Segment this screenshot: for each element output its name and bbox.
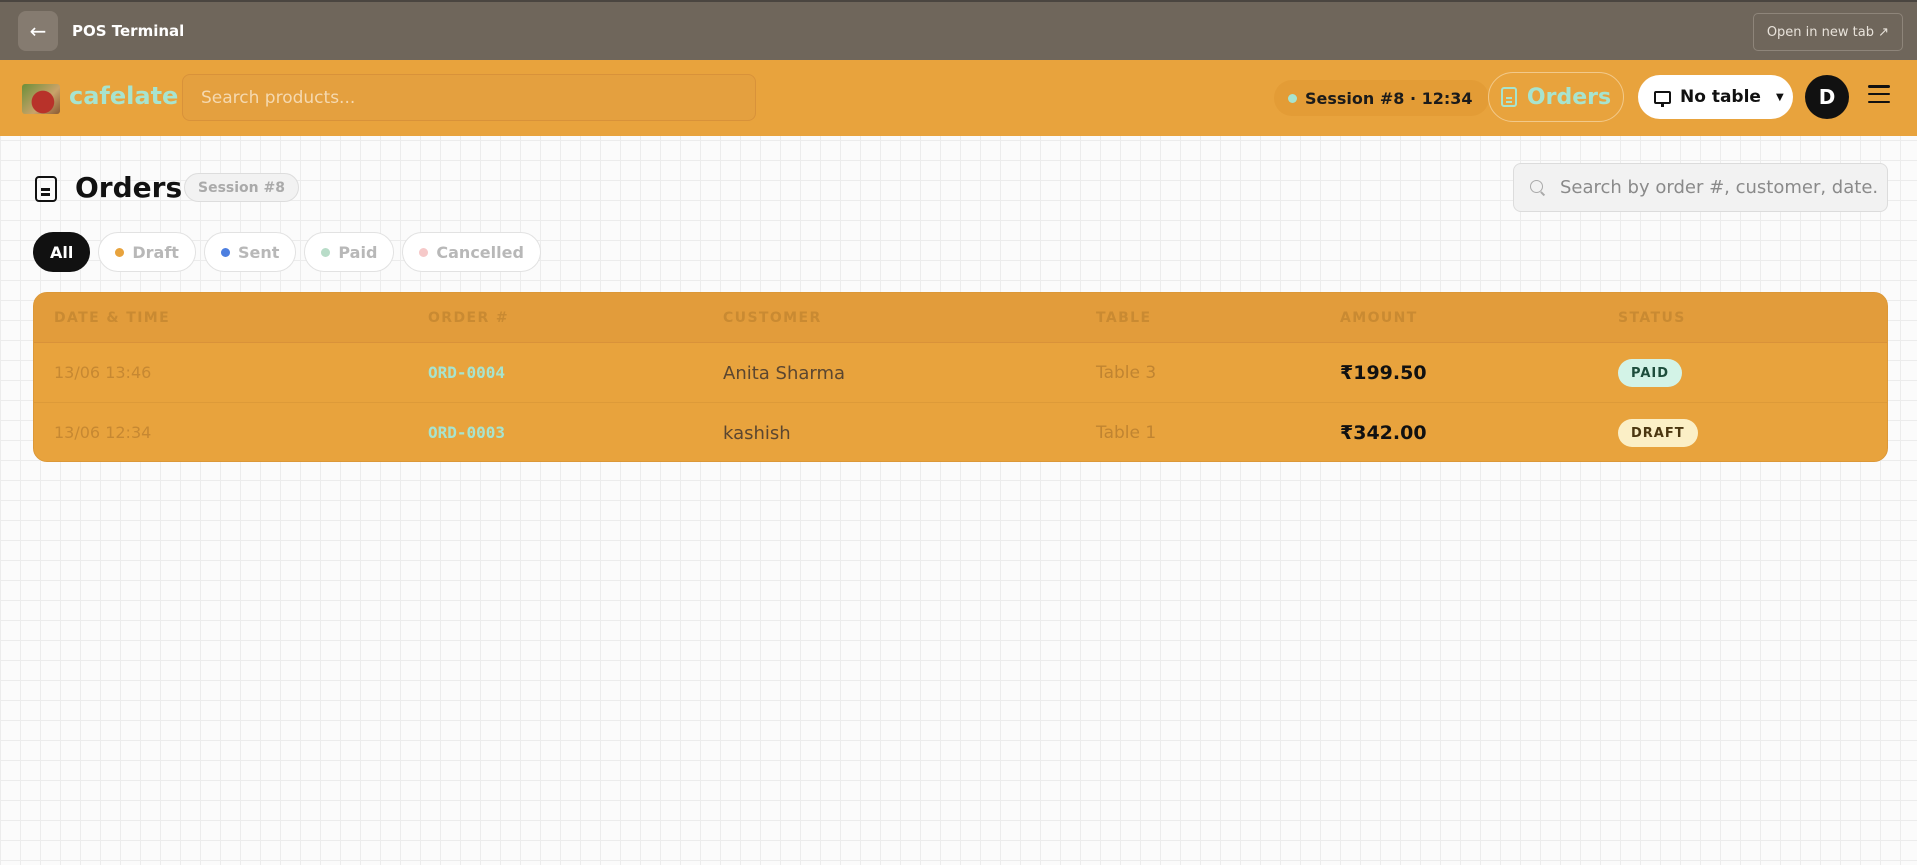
session-label: Session #8 · 12:34 (1305, 88, 1473, 108)
menu-icon[interactable] (1868, 85, 1890, 103)
arrow-left-icon: ← (29, 19, 47, 43)
column-header-date[interactable]: DATE & TIME (54, 310, 170, 326)
back-button[interactable]: ← (18, 11, 58, 51)
column-header-status[interactable]: STATUS (1618, 310, 1686, 326)
order-number-link[interactable]: ORD-0004 (428, 363, 505, 382)
table-select-button[interactable]: No table ▼ (1638, 75, 1793, 119)
sent-dot-icon (220, 247, 230, 257)
orders-table: DATE & TIME ORDER # CUSTOMER TABLE AMOUN… (33, 292, 1888, 462)
caret-down-icon: ▼ (1775, 91, 1784, 103)
cancelled-dot-icon (419, 247, 429, 257)
order-search-input[interactable] (1560, 177, 1880, 198)
user-avatar[interactable]: D (1805, 75, 1849, 119)
table-icon (1654, 90, 1671, 107)
filter-all[interactable]: All (33, 232, 91, 272)
order-date: 13/06 12:34 (54, 423, 152, 442)
filter-label: Sent (237, 242, 280, 262)
order-amount: ₹342.00 (1340, 422, 1427, 444)
app-header: cafelate Session #8 · 12:34 Orders No ta… (0, 60, 1917, 136)
brand-name[interactable]: cafelate (69, 82, 178, 110)
filter-label: All (50, 242, 74, 262)
filter-label: Paid (338, 242, 378, 262)
open-in-new-tab-button[interactable]: Open in new tab ↗ (1752, 13, 1903, 51)
order-table: Table 1 (1096, 423, 1157, 443)
table-row[interactable]: 13/06 13:46 ORD-0004 Anita Sharma Table … (34, 343, 1887, 403)
filter-cancelled[interactable]: Cancelled (402, 232, 541, 272)
table-select-label: No table (1680, 87, 1761, 107)
filter-label: Cancelled (436, 242, 524, 262)
order-status: DRAFT (1618, 419, 1698, 447)
session-status-dot-icon (1288, 93, 1297, 103)
order-number-link[interactable]: ORD-0003 (428, 423, 505, 442)
search-icon (1530, 179, 1546, 196)
order-amount: ₹199.50 (1340, 362, 1427, 384)
column-header-amount[interactable]: AMOUNT (1340, 310, 1418, 326)
order-customer: kashish (723, 423, 791, 444)
order-table: Table 3 (1096, 363, 1157, 383)
filter-paid[interactable]: Paid (304, 232, 395, 272)
product-search-input[interactable] (182, 74, 756, 121)
filter-draft[interactable]: Draft (98, 232, 196, 272)
brand-logo (22, 84, 60, 114)
order-status: PAID (1618, 359, 1683, 387)
orders-button-label: Orders (1526, 84, 1612, 110)
column-header-customer[interactable]: CUSTOMER (723, 310, 822, 326)
document-icon (1500, 87, 1517, 107)
table-row[interactable]: 13/06 12:34 ORD-0003 kashish Table 1 ₹34… (34, 403, 1887, 461)
session-badge: Session #8 (184, 173, 299, 202)
table-header: DATE & TIME ORDER # CUSTOMER TABLE AMOUN… (34, 293, 1887, 343)
app-topbar: ← POS Terminal Open in new tab ↗ (0, 0, 1917, 60)
orders-document-icon (35, 176, 57, 202)
filter-sent[interactable]: Sent (203, 232, 297, 272)
status-badge: DRAFT (1618, 419, 1698, 447)
column-header-order[interactable]: ORDER # (428, 310, 509, 326)
orders-button[interactable]: Orders (1488, 72, 1624, 122)
order-customer: Anita Sharma (723, 363, 846, 384)
filter-label: Draft (132, 242, 179, 262)
window-title: POS Terminal (72, 22, 185, 40)
order-date: 13/06 13:46 (54, 363, 152, 382)
draft-dot-icon (115, 247, 125, 257)
session-indicator: Session #8 · 12:34 (1274, 80, 1489, 116)
page-title: Orders (75, 171, 183, 204)
paid-dot-icon (321, 247, 331, 257)
status-filters: All Draft Sent Paid Cancelled (33, 232, 541, 272)
order-search-box (1513, 163, 1888, 212)
column-header-table[interactable]: TABLE (1096, 310, 1151, 326)
status-badge: PAID (1618, 359, 1683, 387)
